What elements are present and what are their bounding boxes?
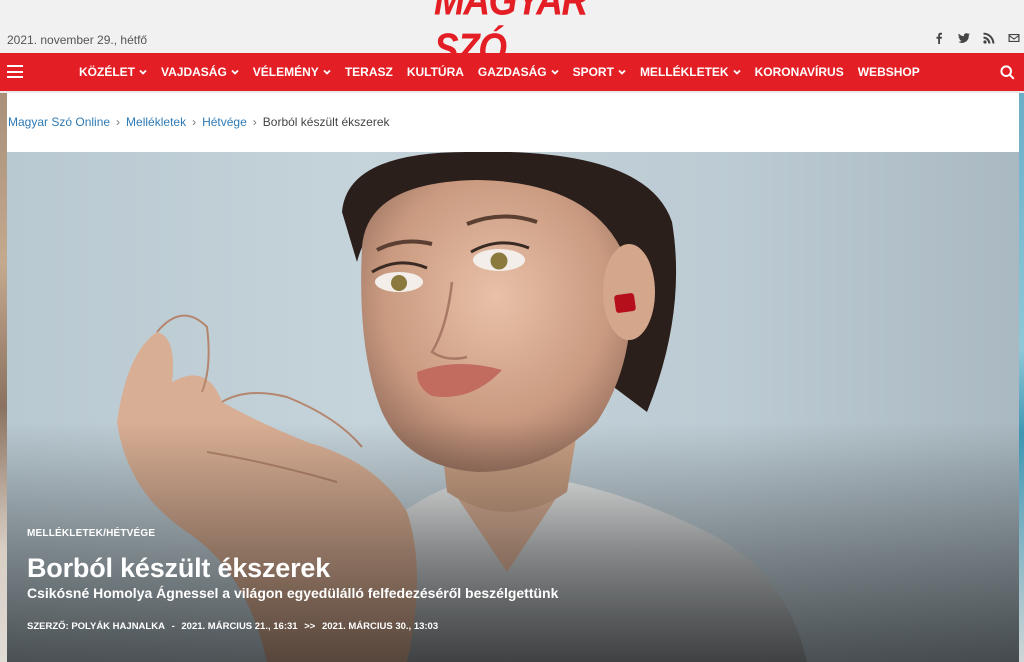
nav-item-mellekletek[interactable]: MELLÉKLETEK xyxy=(640,65,741,79)
nav-item-vajdasag[interactable]: VAJDASÁG xyxy=(161,65,239,79)
article-subtitle: Csikósné Homolya Ágnessel a világon egye… xyxy=(27,585,559,601)
breadcrumb-link-mellekletek[interactable]: Mellékletek xyxy=(126,115,186,129)
article-author[interactable]: SZERZŐ: POLYÁK HAJNALKA xyxy=(27,621,165,632)
search-icon[interactable] xyxy=(1000,65,1015,80)
nav-item-gazdasag[interactable]: GAZDASÁG xyxy=(478,65,559,79)
updated-date: 2021. MÁRCIUS 30., 13:03 xyxy=(321,621,439,632)
article-category[interactable]: MELLÉKLETEK/HÉTVÉGE xyxy=(27,528,558,539)
site-logo[interactable]: Magyar Szó xyxy=(434,0,594,72)
main-content: Magyar Szó Online › Mellékletek › Hétvég… xyxy=(7,93,1019,662)
article-title: Borból készült ékszerek xyxy=(27,553,331,583)
email-icon[interactable] xyxy=(1007,31,1020,44)
nav-item-koronavirus[interactable]: KORONAVÍRUS xyxy=(755,65,844,79)
chevron-down-icon xyxy=(732,68,741,76)
nav-item-kozelet[interactable]: KÖZÉLET xyxy=(79,65,147,79)
chevron-down-icon xyxy=(139,68,147,76)
hero-caption: MELLÉKLETEK/HÉTVÉGE Borból készült éksze… xyxy=(27,528,558,632)
nav-item-sport[interactable]: SPORT xyxy=(573,65,626,79)
social-links xyxy=(932,31,1020,44)
facebook-icon[interactable] xyxy=(932,31,945,44)
nav-item-velemeny[interactable]: VÉLEMÉNY xyxy=(253,65,331,79)
chevron-down-icon xyxy=(231,68,239,76)
nav-item-kultura[interactable]: KULTÚRA xyxy=(407,65,464,79)
chevron-right-icon: › xyxy=(252,115,257,129)
current-date: 2021. november 29., hétfő xyxy=(7,33,148,47)
chevron-down-icon xyxy=(550,68,559,76)
main-navigation: KÖZÉLET VAJDASÁG VÉLEMÉNY TERASZ KULTÚRA… xyxy=(0,53,1024,91)
nav-item-webshop[interactable]: WEBSHOP xyxy=(858,65,920,79)
hamburger-menu-icon[interactable] xyxy=(7,65,23,78)
nav-menu: KÖZÉLET VAJDASÁG VÉLEMÉNY TERASZ KULTÚRA… xyxy=(79,53,934,91)
chevron-right-icon: › xyxy=(116,115,121,129)
side-ad-left[interactable] xyxy=(0,93,7,662)
rss-icon[interactable] xyxy=(982,31,995,44)
top-header: 2021. november 29., hétfő Magyar Szó xyxy=(0,0,1024,72)
hero-image[interactable]: MELLÉKLETEK/HÉTVÉGE Borból készült éksze… xyxy=(7,152,1019,662)
breadcrumb: Magyar Szó Online › Mellékletek › Hétvég… xyxy=(8,115,390,129)
meta-arrow: >> xyxy=(304,621,316,632)
twitter-icon[interactable] xyxy=(957,31,970,44)
chevron-down-icon xyxy=(323,68,331,76)
breadcrumb-current: Borból készült ékszerek xyxy=(262,115,390,129)
chevron-right-icon: › xyxy=(192,115,197,129)
breadcrumb-link-hetvege[interactable]: Hétvége xyxy=(202,115,247,129)
meta-separator: - xyxy=(171,621,175,632)
breadcrumb-link-home[interactable]: Magyar Szó Online xyxy=(8,115,110,129)
chevron-down-icon xyxy=(618,68,626,76)
published-date: 2021. MÁRCIUS 21., 16:31 xyxy=(181,621,298,632)
side-ad-right[interactable] xyxy=(1019,93,1024,662)
nav-item-terasz[interactable]: TERASZ xyxy=(345,65,393,79)
article-meta: SZERZŐ: POLYÁK HAJNALKA - 2021. MÁRCIUS … xyxy=(27,621,558,632)
